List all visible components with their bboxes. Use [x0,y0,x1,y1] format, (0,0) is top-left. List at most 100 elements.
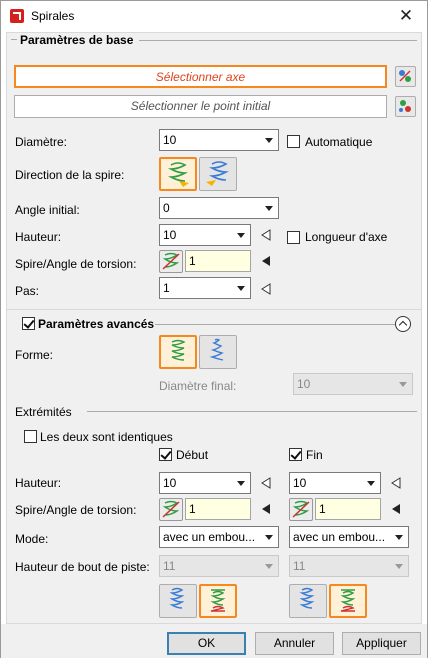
start-height-combo[interactable]: 10 [159,472,251,494]
height-value: 10 [163,228,177,242]
start-turns-mode-button[interactable] [159,498,183,521]
torsion-icon [162,500,180,518]
arrow-left-outline-icon[interactable] [261,283,271,295]
window-title: Spirales [31,9,75,23]
point-pick-icon[interactable] [395,96,416,117]
chevron-down-icon [265,206,273,211]
identical-checkbox[interactable] [24,430,37,443]
end-height-label: Hauteur: [15,476,62,490]
arrow-left-outline-icon[interactable] [261,477,271,489]
chevron-down-icon [265,535,273,540]
chevron-down-icon [237,286,245,291]
pitch-value: 1 [163,281,170,295]
chevron-down-icon [367,481,375,486]
start-angle-label: Angle initial: [15,203,80,217]
end-tip-height-value: 11 [293,559,306,573]
end-height-value: 10 [293,476,307,490]
turns-label: Spire/Angle de torsion: [15,257,137,271]
cancel-button[interactable]: Annuler [255,632,334,655]
end-mode-value: avec un embou... [293,530,386,544]
final-diameter-value: 10 [297,377,311,391]
end-mode-combo[interactable]: avec un embou... [289,526,409,548]
arrow-left-filled-icon[interactable] [391,503,401,515]
end-tip-height-combo: 11 [289,555,409,577]
end-turns-mode-button[interactable] [289,498,313,521]
chevron-down-icon [265,564,273,569]
section-rule [139,40,417,41]
pitch-combo[interactable]: 1 [159,277,251,299]
end-turns-label: Spire/Angle de torsion: [15,503,137,517]
divider [7,309,421,310]
apply-button[interactable]: Appliquer [342,632,421,655]
turns-mode-button[interactable] [159,250,183,273]
arrow-left-filled-icon[interactable] [261,255,271,267]
start-mode-combo[interactable]: avec un embou... [159,526,279,548]
section-rule [87,411,417,412]
section-rule-left [11,39,17,40]
arrow-left-outline-icon[interactable] [261,229,271,241]
arrow-left-filled-icon[interactable] [261,503,271,515]
end-turns-input[interactable]: 1 [315,498,381,520]
diameter-value: 10 [163,133,177,147]
shape-label: Forme: [15,348,54,362]
advanced-checkbox[interactable] [22,317,35,330]
arrow-left-outline-icon[interactable] [391,477,401,489]
ends-section-title: Extrémités [15,405,72,419]
start-end-type-plain-button[interactable] [159,584,197,618]
height-label: Hauteur: [15,230,62,244]
app-icon [10,9,24,23]
final-diameter-combo: 10 [293,373,413,395]
chevron-down-icon [265,138,273,143]
torsion-icon [162,252,180,270]
turns-input[interactable]: 1 [185,250,251,272]
direction-left-button[interactable] [199,157,237,191]
start-label: Début [176,448,209,462]
basic-section-title: Paramètres de base [20,33,134,47]
start-angle-value: 0 [163,201,170,215]
spring-plain-icon [169,587,185,609]
diameter-combo[interactable]: 10 [159,129,279,151]
chevron-down-icon [395,535,403,540]
spiral-left-icon [206,161,230,186]
start-end-type-ground-button[interactable] [199,584,237,618]
final-diameter-label: Diamètre final: [159,379,237,393]
end-end-type-ground-button[interactable] [329,584,367,618]
start-height-value: 10 [163,476,177,490]
shape-conical-button[interactable] [199,335,237,369]
end-checkbox[interactable] [289,448,302,461]
chevron-down-icon [395,564,403,569]
section-rule [155,324,395,325]
start-checkbox[interactable] [159,448,172,461]
automatic-checkbox[interactable] [287,135,300,148]
start-angle-combo[interactable]: 0 [159,197,279,219]
height-combo[interactable]: 10 [159,224,251,246]
select-axis-button[interactable]: Sélectionner axe [14,65,387,88]
chevron-down-icon [237,233,245,238]
identical-label: Les deux sont identiques [40,430,173,444]
start-tip-height-combo: 11 [159,555,279,577]
pitch-label: Pas: [15,284,40,298]
diameter-label: Diamètre: [15,135,68,149]
end-label: Fin [306,448,323,462]
axis-length-checkbox[interactable] [287,231,300,244]
start-turns-input[interactable]: 1 [185,498,251,520]
spiral-right-icon [167,162,189,187]
dialog-footer: OK Annuler Appliquer [1,624,427,658]
torsion-icon [292,500,310,518]
direction-right-button[interactable] [159,157,197,191]
dialog-body: Paramètres de base Sélectionner axe Séle… [6,32,422,624]
ok-button[interactable]: OK [167,632,246,655]
end-height-combo[interactable]: 10 [289,472,381,494]
title-bar: Spirales ✕ [1,1,427,32]
axis-pick-icon[interactable] [395,66,416,87]
spring-ground-icon [340,589,356,612]
tip-height-label: Hauteur de bout de piste: [15,560,150,574]
end-end-type-plain-button[interactable] [289,584,327,618]
direction-label: Direction de la spire: [15,168,125,182]
select-start-point-button[interactable]: Sélectionner le point initial [14,95,387,118]
automatic-label: Automatique [305,135,373,149]
shape-cylindrical-button[interactable] [159,335,197,369]
collapse-icon[interactable] [395,316,411,332]
close-icon[interactable]: ✕ [393,5,419,27]
start-mode-value: avec un embou... [163,530,256,544]
